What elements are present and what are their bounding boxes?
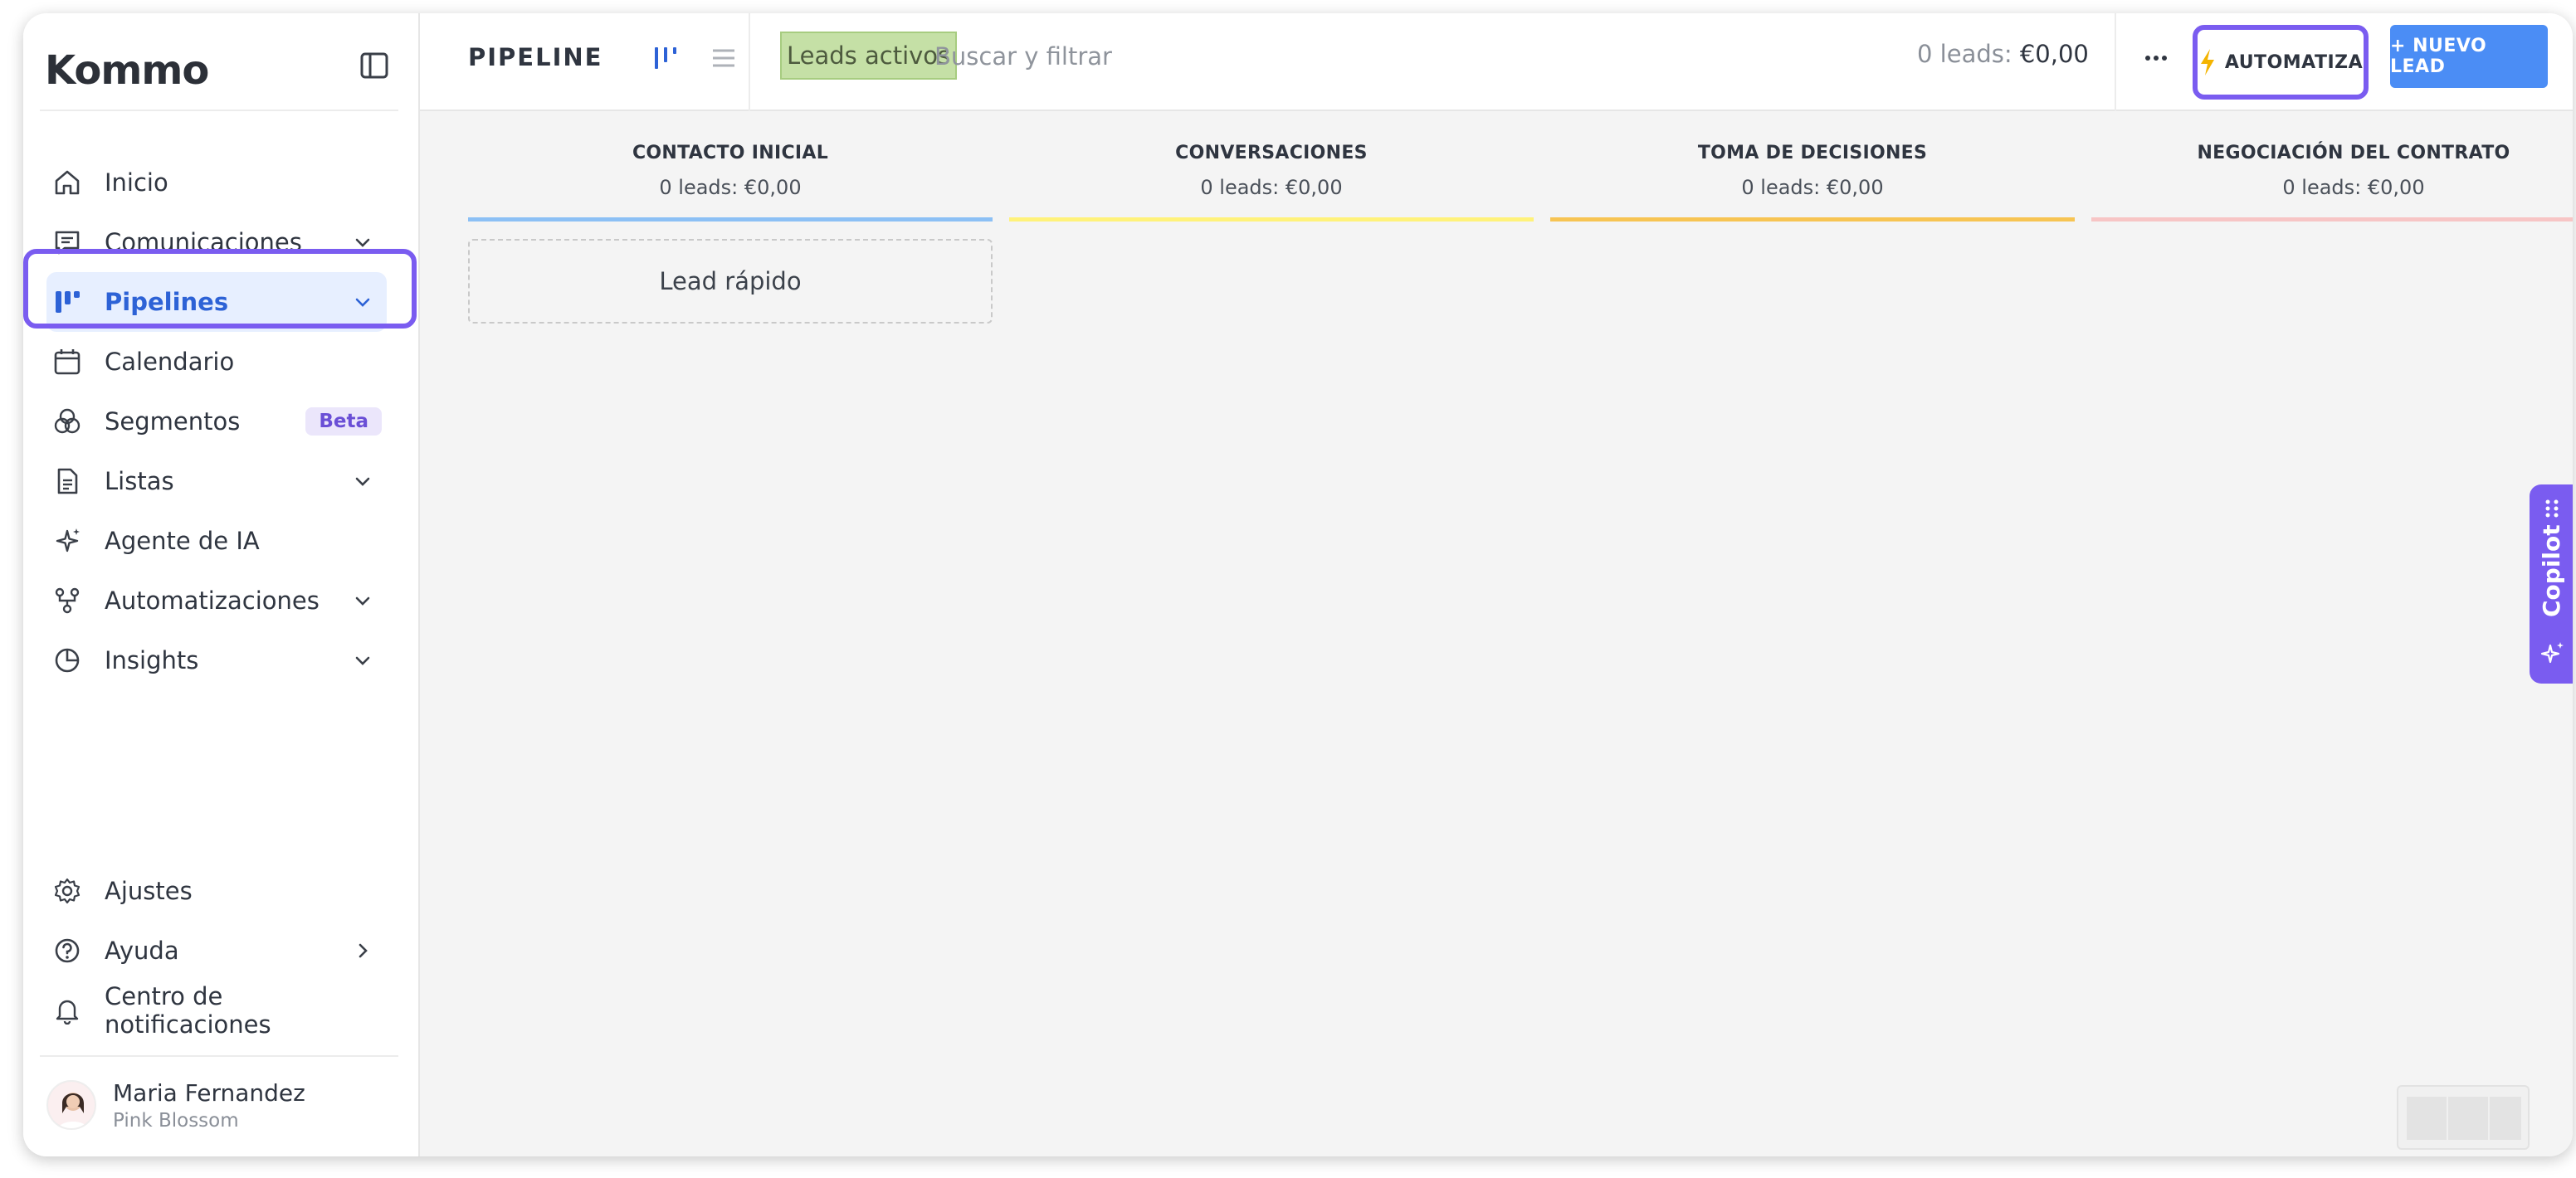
sidebar: Kommo Inicio Comunicaciones Pipelines Ca… [23, 13, 420, 1156]
sidebar-item-ayuda[interactable]: Ayuda [46, 921, 387, 981]
sidebar-divider [40, 110, 398, 111]
sidebar-item-calendario[interactable]: Calendario [46, 332, 387, 392]
user-name: Maria Fernandez [113, 1078, 305, 1107]
copilot-label: Copilot [2538, 524, 2565, 617]
pipeline-board: CONTACTO INICIAL 0 leads: €0,00 CONVERSA… [420, 111, 2573, 1156]
pipeline-column[interactable]: CONVERSACIONES 0 leads: €0,00 [1009, 111, 1534, 227]
user-org: Pink Blossom [113, 1109, 239, 1132]
column-color-bar [1009, 217, 1534, 221]
topbar: PIPELINE Leads activos 0 leads: €0,00 AU… [420, 13, 2573, 111]
sidebar-item-insights[interactable]: Insights [46, 630, 387, 690]
column-color-bar [2091, 217, 2573, 221]
chevron-down-icon[interactable] [349, 646, 377, 674]
pie-chart-icon [51, 645, 83, 676]
automate-button-label: AUTOMATIZA [2224, 51, 2364, 73]
minimized-widget[interactable] [2397, 1085, 2530, 1150]
more-options-button[interactable] [2131, 35, 2181, 81]
sidebar-item-label: Segmentos [105, 407, 241, 436]
sidebar-item-label: Pipelines [105, 288, 229, 316]
sidebar-item-pipelines[interactable]: Pipelines [46, 272, 387, 332]
home-icon [51, 167, 83, 198]
lead-count-prefix: 0 leads: [1917, 40, 2020, 68]
sidebar-collapse-icon[interactable] [355, 46, 393, 85]
segments-icon [51, 406, 83, 437]
sparkle-icon [51, 525, 83, 557]
gear-icon [51, 875, 83, 907]
sidebar-item-label: Calendario [105, 348, 235, 376]
column-summary: 0 leads: €0,00 [1741, 176, 1884, 199]
sidebar-item-label: Listas [105, 467, 174, 495]
sidebar-item-agente-ia[interactable]: Agente de IA [46, 511, 387, 571]
new-lead-button[interactable]: + NUEVO LEAD [2390, 25, 2548, 88]
sidebar-item-notificaciones[interactable]: Centro de notificaciones [46, 981, 387, 1040]
chat-icon [51, 226, 83, 258]
drag-handle-icon[interactable] [2543, 498, 2561, 519]
column-summary: 0 leads: €0,00 [659, 176, 802, 199]
lead-count-value: €0,00 [2019, 40, 2089, 68]
widget-block [2407, 1097, 2447, 1140]
lead-count: 0 leads: €0,00 [1917, 40, 2089, 68]
sidebar-item-label: Inicio [105, 168, 168, 197]
kanban-view-icon[interactable] [649, 41, 682, 75]
widget-block [2448, 1097, 2488, 1140]
sidebar-item-label: Centro de notificaciones [105, 982, 271, 1039]
pipeline-icon [51, 286, 83, 318]
column-title: CONVERSACIONES [1175, 143, 1368, 163]
sidebar-item-segmentos[interactable]: Segmentos Beta [46, 392, 387, 451]
logo-text: Kommo [45, 47, 209, 94]
column-color-bar [468, 217, 993, 221]
chevron-right-icon[interactable] [349, 937, 377, 965]
search-input[interactable] [934, 33, 1399, 80]
page-title: PIPELINE [468, 43, 603, 71]
automate-button[interactable]: AUTOMATIZA [2193, 25, 2369, 100]
sidebar-item-label: Ayuda [105, 937, 179, 965]
pipeline-column[interactable]: NEGOCIACIÓN DEL CONTRATO 0 leads: €0,00 [2091, 111, 2573, 227]
topbar-divider [2115, 13, 2116, 111]
sidebar-item-label: Automatizaciones [105, 587, 320, 615]
sidebar-item-label: Agente de IA [105, 527, 260, 555]
sparkle-icon [2540, 642, 2564, 664]
chevron-down-icon[interactable] [349, 228, 377, 256]
calendar-icon [51, 346, 83, 377]
chevron-down-icon[interactable] [349, 288, 377, 316]
document-icon [51, 465, 83, 497]
sidebar-item-listas[interactable]: Listas [46, 451, 387, 511]
chevron-down-icon[interactable] [349, 587, 377, 615]
sidebar-item-label: Comunicaciones [105, 228, 302, 256]
lightning-icon [2198, 48, 2217, 76]
sidebar-item-label: Ajustes [105, 877, 193, 905]
quick-lead-button[interactable]: Lead rápido [468, 239, 993, 324]
sidebar-item-label: Insights [105, 646, 199, 674]
widget-block [2490, 1097, 2521, 1140]
flow-icon [51, 585, 83, 616]
filter-chip-leads-activos[interactable]: Leads activos [780, 32, 958, 80]
more-icon [2145, 56, 2167, 61]
pipeline-column[interactable]: TOMA DE DECISIONES 0 leads: €0,00 [1550, 111, 2075, 227]
pipeline-column[interactable]: CONTACTO INICIAL 0 leads: €0,00 [468, 111, 993, 227]
app-window: Kommo Inicio Comunicaciones Pipelines Ca… [23, 13, 2573, 1156]
column-color-bar [1550, 217, 2075, 221]
column-summary: 0 leads: €0,00 [1200, 176, 1343, 199]
column-summary: 0 leads: €0,00 [2282, 176, 2425, 199]
topbar-divider [749, 13, 750, 111]
bell-icon [51, 995, 83, 1026]
copilot-tab[interactable]: Copilot [2530, 484, 2573, 684]
user-profile[interactable]: Maria Fernandez Pink Blossom [46, 1072, 305, 1138]
sidebar-item-comunicaciones[interactable]: Comunicaciones [46, 212, 387, 272]
list-view-icon[interactable] [707, 41, 740, 75]
sidebar-item-inicio[interactable]: Inicio [46, 153, 387, 212]
column-title: NEGOCIACIÓN DEL CONTRATO [2197, 143, 2510, 163]
sidebar-item-ajustes[interactable]: Ajustes [46, 861, 387, 921]
column-title: TOMA DE DECISIONES [1697, 143, 1928, 163]
chevron-down-icon[interactable] [349, 467, 377, 495]
help-icon [51, 935, 83, 966]
logo[interactable]: Kommo [45, 35, 209, 106]
sidebar-divider [40, 1055, 398, 1057]
sidebar-item-automatizaciones[interactable]: Automatizaciones [46, 571, 387, 630]
avatar [46, 1080, 96, 1130]
beta-badge: Beta [305, 407, 382, 436]
column-title: CONTACTO INICIAL [632, 143, 829, 163]
